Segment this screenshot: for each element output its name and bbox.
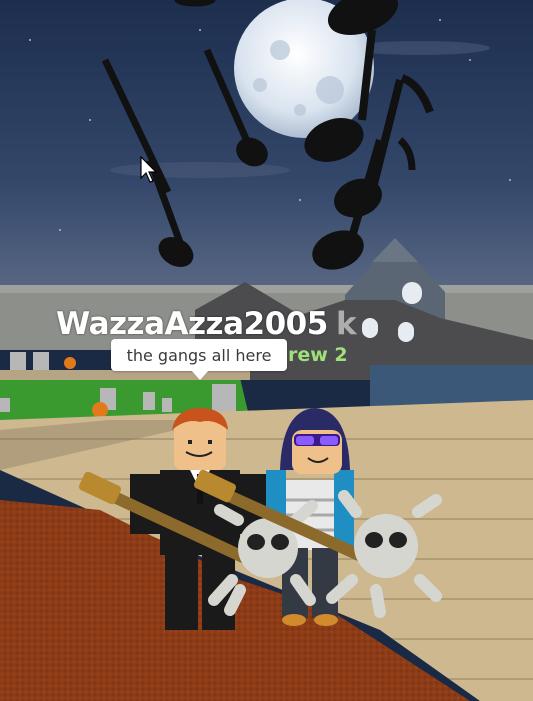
pumpkin [92,402,108,418]
pumpkin [64,357,76,369]
cloud [110,162,290,178]
chat-bubble: the gangs all here [111,339,287,380]
crew-tag: rew 2 [288,344,348,366]
player-nameplate: WazzaAzza2005 [56,306,328,342]
mouse-pointer-icon [140,156,158,183]
game-viewport[interactable]: WazzaAzza2005 k rew 2 the gangs all here [0,0,533,701]
overlapping-nameplate: k [336,306,357,342]
